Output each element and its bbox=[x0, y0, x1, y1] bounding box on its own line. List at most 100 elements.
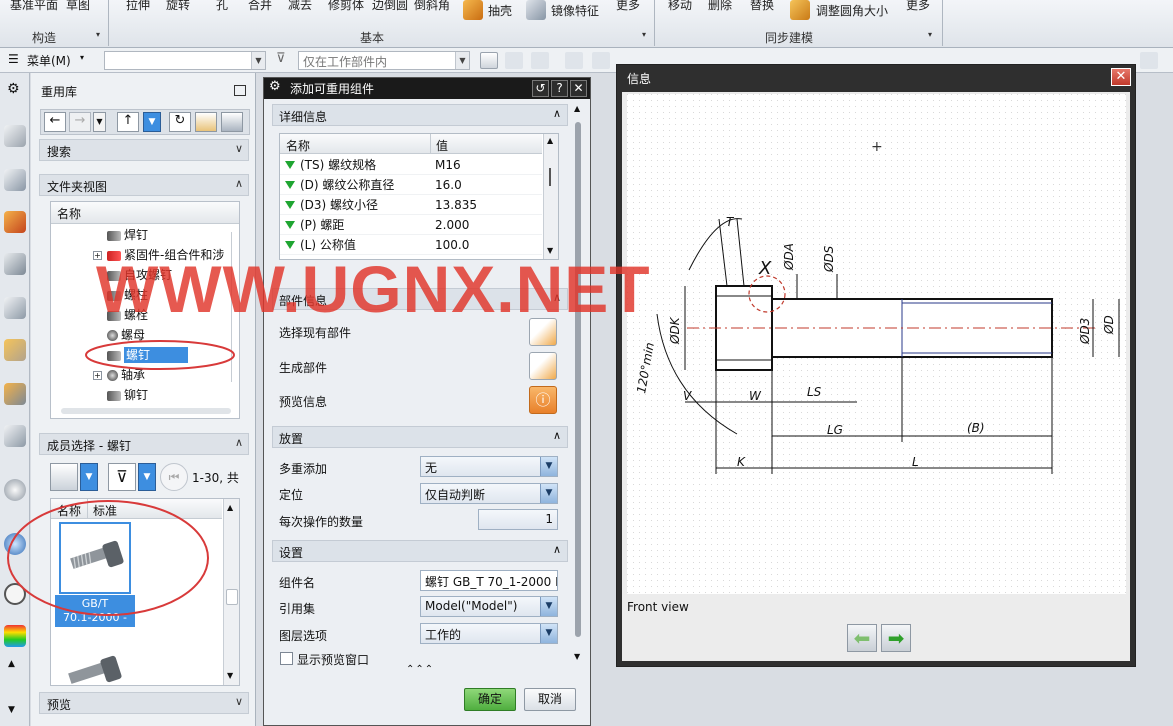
replace-face-button[interactable]: 替换 bbox=[750, 0, 774, 13]
previous-view-arrow-icon[interactable]: ⬅ bbox=[847, 624, 877, 652]
filter-icon[interactable]: ⊽ bbox=[108, 463, 136, 491]
chevron-up-icon[interactable]: ∧ bbox=[235, 177, 243, 190]
close-icon[interactable]: ✕ bbox=[570, 80, 587, 97]
unite-button[interactable]: 合并 bbox=[248, 0, 272, 13]
chevron-down-icon[interactable]: ▼ bbox=[227, 671, 233, 680]
part-view-icon[interactable] bbox=[221, 112, 243, 132]
part-navigator-icon[interactable] bbox=[4, 125, 26, 147]
trim-body-button[interactable]: 修剪体 bbox=[328, 0, 364, 13]
next-view-arrow-icon[interactable]: ➡ bbox=[881, 624, 911, 652]
col-name[interactable]: 名称 bbox=[286, 137, 310, 154]
folder-view-section[interactable]: 文件夹视图 ∧ bbox=[39, 174, 249, 196]
sketch-button[interactable]: 草图 bbox=[66, 0, 90, 13]
info-icon[interactable] bbox=[4, 479, 26, 501]
col-name[interactable]: 名称 bbox=[57, 502, 81, 519]
first-page-icon[interactable]: ⏮ bbox=[160, 463, 188, 491]
resize-blend-button[interactable]: 调整圆角大小 bbox=[816, 2, 888, 19]
chevron-up-icon[interactable]: ∧ bbox=[553, 543, 561, 556]
collapse-more-icon[interactable]: ⌃⌃⌃ bbox=[406, 664, 434, 675]
snap-arc-center-icon[interactable] bbox=[565, 52, 583, 69]
delete-face-button[interactable]: 删除 bbox=[708, 0, 732, 13]
chevron-up-icon[interactable]: ∧ bbox=[553, 107, 561, 120]
hd3d-tools-icon[interactable] bbox=[4, 297, 26, 319]
up-folder-icon[interactable]: ↑ bbox=[117, 112, 139, 132]
cancel-button[interactable]: 取消 bbox=[524, 688, 576, 711]
generate-part-icon[interactable] bbox=[529, 352, 557, 380]
multi-add-select[interactable]: 无 ▼ bbox=[420, 456, 558, 477]
tree-item-weld-stud[interactable]: 焊钉 bbox=[107, 225, 239, 245]
chevron-down-icon[interactable]: ▼ bbox=[540, 484, 557, 503]
chevron-up-icon[interactable]: ∧ bbox=[235, 436, 243, 449]
maximize-icon[interactable] bbox=[234, 85, 246, 96]
more-button[interactable]: 更多 bbox=[616, 0, 640, 13]
view-options-icon[interactable] bbox=[1140, 52, 1158, 69]
table-row[interactable]: (D3) 螺纹小径 13.835 bbox=[280, 195, 542, 215]
scope-combo[interactable]: 仅在工作部件内 ▼ bbox=[298, 51, 470, 70]
detail-section[interactable]: 详细信息 ∧ bbox=[272, 104, 568, 126]
select-whole-part-icon[interactable] bbox=[480, 52, 498, 69]
member-caption[interactable]: GB/T 70.1-2000 - bbox=[55, 595, 135, 627]
chevron-down-icon[interactable]: ▼ bbox=[8, 705, 15, 715]
dialog-scrollbar[interactable]: ▲ ▼ bbox=[573, 104, 583, 664]
close-icon[interactable]: ✕ bbox=[1111, 68, 1131, 86]
scrollbar-thumb[interactable] bbox=[226, 589, 238, 605]
col-standard[interactable]: 标准 bbox=[93, 502, 117, 519]
chevron-down-icon[interactable]: ▼ bbox=[455, 52, 469, 69]
chevron-down-icon[interactable]: ▼ bbox=[574, 652, 580, 661]
member-thumbnail[interactable] bbox=[59, 639, 131, 685]
assembly-navigator-icon[interactable] bbox=[4, 169, 26, 191]
count-input[interactable]: 1 bbox=[478, 509, 558, 530]
position-select[interactable]: 仅自动判断 ▼ bbox=[420, 483, 558, 504]
refresh-icon[interactable]: ↻ bbox=[169, 112, 191, 132]
chevron-down-icon[interactable]: ▾ bbox=[80, 53, 84, 62]
layer-option-select[interactable]: 工作的 ▼ bbox=[420, 623, 558, 644]
chamfer-button[interactable]: 倒斜角 bbox=[414, 0, 450, 13]
move-face-button[interactable]: 移动 bbox=[668, 0, 692, 13]
menu-icon[interactable]: ☰ bbox=[8, 52, 19, 66]
reuse-library-icon[interactable] bbox=[4, 253, 26, 275]
subtract-button[interactable]: 减去 bbox=[288, 0, 312, 13]
snap-quadrant-icon[interactable] bbox=[592, 52, 610, 69]
scrollbar-thumb[interactable] bbox=[549, 168, 551, 186]
chevron-up-icon[interactable]: ▲ bbox=[227, 503, 233, 512]
snap-point-icon[interactable] bbox=[505, 52, 523, 69]
extrude-button[interactable]: 拉伸 bbox=[126, 0, 150, 13]
ok-button[interactable]: 确定 bbox=[464, 688, 516, 711]
search-section[interactable]: 搜索 ∨ bbox=[39, 139, 249, 161]
chevron-down-icon[interactable]: ▾ bbox=[642, 30, 646, 39]
chevron-up-icon[interactable]: ▲ bbox=[547, 136, 553, 145]
chevron-down-icon[interactable]: ∨ bbox=[235, 695, 243, 708]
clock-icon[interactable] bbox=[4, 583, 26, 605]
scrollbar-thumb[interactable] bbox=[575, 122, 581, 637]
globe-icon[interactable] bbox=[4, 533, 26, 555]
detail-scrollbar[interactable]: ▲ ▼ bbox=[543, 134, 558, 259]
member-thumbnail-selected[interactable] bbox=[59, 522, 131, 594]
member-scrollbar[interactable]: ▲ ▼ bbox=[223, 499, 239, 685]
show-preview-checkbox[interactable] bbox=[280, 652, 293, 665]
tree-horizontal-scrollbar[interactable] bbox=[61, 408, 231, 414]
mirror-feature-button[interactable]: 镜像特征 bbox=[551, 2, 599, 19]
member-select-section[interactable]: 成员选择 - 螺钉 ∧ bbox=[39, 433, 249, 455]
info-icon[interactable]: ⓘ bbox=[529, 386, 557, 414]
chevron-up-icon[interactable]: ▲ bbox=[8, 659, 15, 669]
back-arrow-icon[interactable]: ← bbox=[44, 112, 66, 132]
chevron-down-icon[interactable]: ▼ bbox=[540, 457, 557, 476]
history-dropdown-icon[interactable]: ▼ bbox=[143, 112, 161, 132]
web-browser-icon[interactable] bbox=[4, 339, 26, 361]
selection-intent-icon[interactable] bbox=[531, 52, 549, 69]
history-icon[interactable] bbox=[4, 383, 26, 405]
view-mode-icon[interactable] bbox=[50, 463, 78, 491]
library-settings-icon[interactable] bbox=[195, 112, 217, 132]
table-row[interactable]: (D) 螺纹公称直径 16.0 bbox=[280, 175, 542, 195]
chevron-down-icon[interactable]: ▼ bbox=[93, 112, 106, 132]
chevron-down-icon[interactable]: ∨ bbox=[235, 142, 243, 155]
datum-plane-button[interactable]: 基准平面 bbox=[10, 0, 58, 13]
tree-item-nut[interactable]: 螺母 bbox=[107, 325, 239, 345]
placement-section[interactable]: 放置 ∧ bbox=[272, 426, 568, 448]
system-materials-icon[interactable] bbox=[4, 425, 26, 447]
tree-item-rivet[interactable]: 铆钉 bbox=[107, 385, 239, 405]
palette-icon[interactable] bbox=[4, 625, 26, 647]
constraint-navigator-icon[interactable] bbox=[4, 211, 26, 233]
expand-icon[interactable]: + bbox=[93, 371, 102, 380]
chevron-down-icon[interactable]: ▼ bbox=[251, 52, 265, 69]
